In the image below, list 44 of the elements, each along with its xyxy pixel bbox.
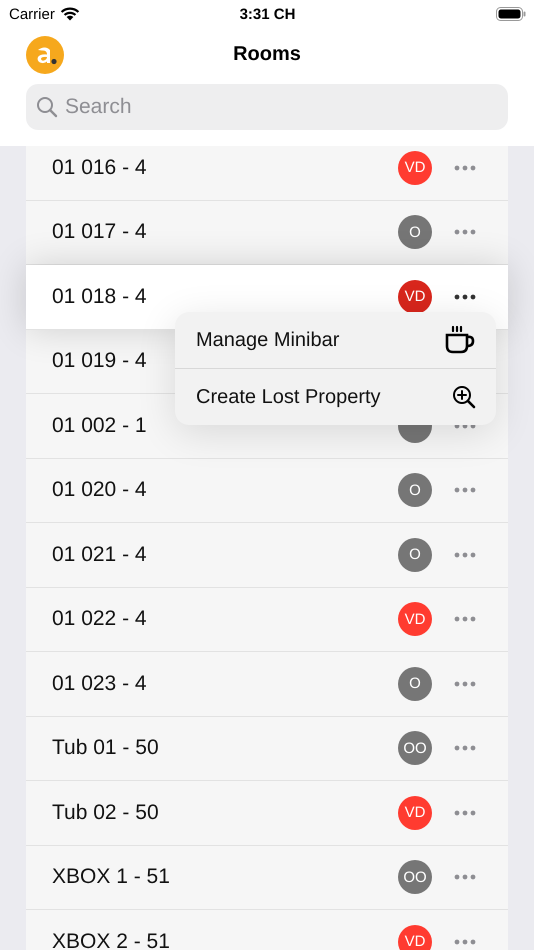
zoom-in-icon — [452, 385, 476, 409]
app-logo-icon[interactable] — [26, 36, 64, 74]
status-badge: VD — [398, 602, 432, 636]
room-row[interactable]: 01 023 - 4 O — [26, 652, 508, 716]
status-badge: VD — [398, 924, 432, 950]
search-field[interactable]: Search — [26, 84, 508, 130]
room-name: XBOX 1 - 51 — [52, 865, 170, 890]
cup-icon — [444, 325, 476, 355]
status-badge: OO — [398, 860, 432, 894]
nav-title: Rooms — [233, 42, 301, 66]
status-badge: VD — [398, 280, 432, 314]
room-name: 01 022 - 4 — [52, 607, 147, 632]
status-badge: O — [398, 215, 432, 250]
status-badge: O — [398, 666, 432, 701]
status-badge: VD — [398, 150, 432, 185]
room-name: 01 002 - 1 — [52, 414, 147, 438]
wifi-icon — [60, 7, 80, 21]
room-row[interactable]: Tub 01 - 50 OO — [26, 716, 508, 781]
status-badge: O — [398, 538, 432, 572]
room-name: Tub 01 - 50 — [52, 736, 159, 760]
room-row[interactable]: 01 021 - 4 O — [26, 523, 508, 588]
room-row[interactable]: 01 020 - 4 O — [26, 458, 508, 523]
carrier-label: Carrier — [9, 6, 55, 22]
room-name: 01 023 - 4 — [52, 672, 147, 696]
clock-time: 3:31 CH — [240, 6, 296, 22]
room-name: 01 021 - 4 — [52, 542, 147, 567]
room-row[interactable]: 01 016 - 4 VD — [26, 146, 508, 200]
status-badge: OO — [398, 731, 432, 766]
room-name: Tub 02 - 50 — [52, 800, 159, 825]
room-name: 01 019 - 4 — [52, 349, 147, 374]
more-icon[interactable] — [454, 294, 476, 300]
room-row[interactable]: XBOX 2 - 51 VD — [26, 910, 508, 950]
status-badge: O — [398, 473, 432, 508]
room-name: 01 018 - 4 — [52, 284, 147, 309]
room-name: 01 016 - 4 — [52, 156, 147, 180]
room-row[interactable]: Tub 02 - 50 VD — [26, 781, 508, 846]
room-name: XBOX 2 - 51 — [52, 930, 170, 950]
status-badge: VD — [398, 796, 432, 830]
room-row[interactable]: XBOX 1 - 51 OO — [26, 846, 508, 910]
menu-item[interactable]: Create Lost Property — [175, 368, 496, 425]
room-name: 01 017 - 4 — [52, 220, 147, 244]
room-row[interactable]: 01 022 - 4 VD — [26, 588, 508, 652]
battery-icon — [496, 7, 526, 21]
room-name: 01 020 - 4 — [52, 478, 147, 502]
